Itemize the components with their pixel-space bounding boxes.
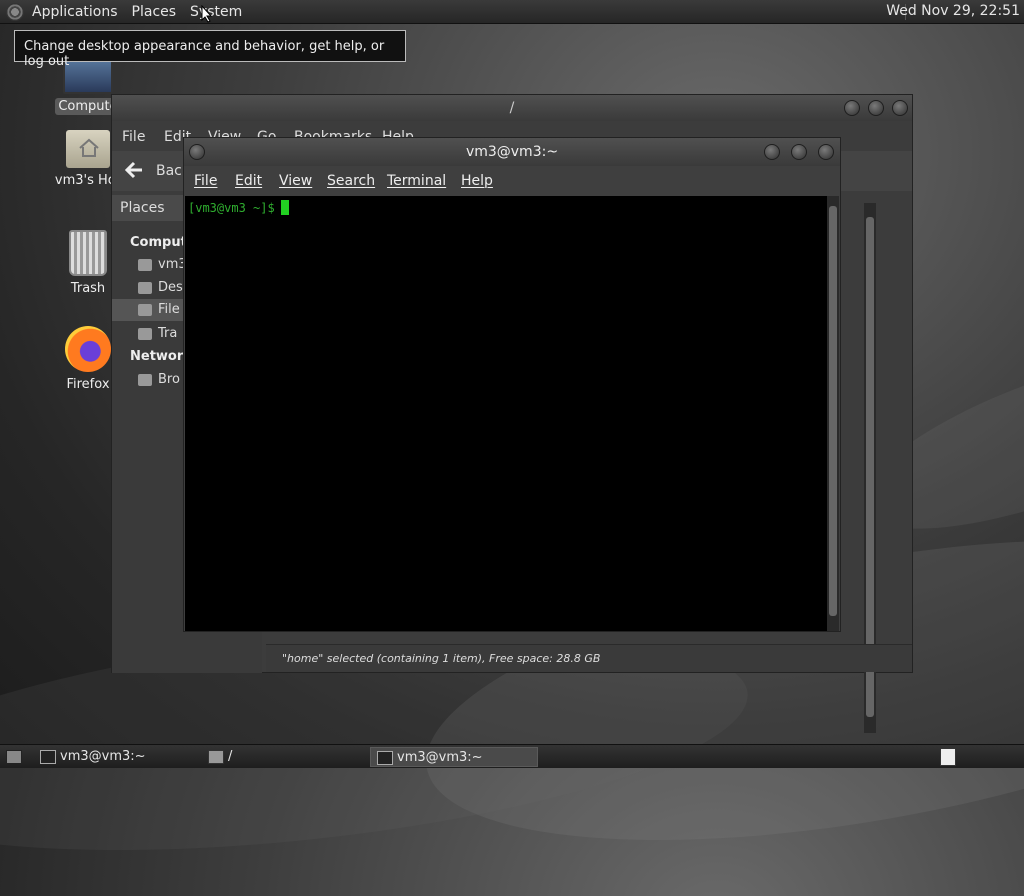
menu-view[interactable]: View: [279, 173, 312, 189]
sidebar-item-label: File: [158, 302, 180, 317]
home-folder-icon: [66, 130, 110, 168]
minimize-button[interactable]: [844, 100, 860, 116]
menu-file[interactable]: File: [194, 173, 217, 189]
file-manager-titlebar[interactable]: /: [112, 95, 912, 121]
text-cursor: [280, 200, 289, 215]
mate-logo-icon[interactable]: [6, 2, 24, 21]
menu-search[interactable]: Search: [327, 173, 375, 189]
terminal-output[interactable]: [vm3@vm3 ~]$: [185, 196, 827, 631]
desktop-icon-label: Firefox: [66, 377, 110, 392]
maximize-button[interactable]: [791, 144, 807, 160]
minimize-button[interactable]: [764, 144, 780, 160]
menu-terminal[interactable]: Terminal: [387, 173, 446, 189]
firefox-icon: [65, 326, 111, 372]
sidebar-item-desktop[interactable]: Des: [138, 280, 183, 295]
terminal-menubar: File Edit View Search Terminal Help: [184, 166, 840, 196]
sidebar-item-label: Des: [158, 280, 183, 295]
close-button[interactable]: [892, 100, 908, 116]
trash-icon: [138, 327, 152, 340]
menu-file[interactable]: File: [122, 129, 145, 145]
terminal-window[interactable]: vm3@vm3:~ File Edit View Search Terminal…: [183, 137, 841, 632]
taskbar-item-terminal[interactable]: vm3@vm3:~: [34, 747, 194, 767]
maximize-button[interactable]: [868, 100, 884, 116]
menu-edit[interactable]: Edit: [235, 173, 262, 189]
trash-icon: [69, 230, 107, 276]
scrollbar-thumb[interactable]: [829, 206, 837, 616]
terminal-titlebar[interactable]: vm3@vm3:~: [184, 138, 840, 166]
taskbar-item-file-manager[interactable]: /: [202, 747, 362, 767]
terminal-icon: [40, 750, 56, 764]
terminal-scrollbar[interactable]: [827, 196, 839, 631]
terminal-icon: [377, 751, 393, 765]
menu-help[interactable]: Help: [461, 173, 493, 189]
sidebar-item-label: Bro: [158, 372, 180, 387]
back-arrow-icon[interactable]: [124, 161, 144, 179]
show-desktop-icon[interactable]: [6, 750, 22, 764]
sidebar-item-label: Tra: [158, 326, 178, 341]
system-menu-tooltip: Change desktop appearance and behavior, …: [14, 30, 406, 69]
top-panel: Applications Places System Wed Nov 29, 2…: [0, 0, 1024, 24]
scrollbar-thumb[interactable]: [866, 217, 874, 717]
terminal-left-button[interactable]: [189, 144, 205, 160]
window-title: /: [509, 100, 515, 116]
sidebar-item-home[interactable]: vm3: [138, 257, 187, 272]
places-menu[interactable]: Places: [132, 4, 177, 20]
desktop-icon-label: Trash: [70, 281, 106, 296]
clock[interactable]: Wed Nov 29, 22:51: [886, 3, 1020, 19]
taskbar-item-label: /: [228, 749, 233, 764]
folder-icon: [208, 750, 224, 764]
desktop-icon: [138, 281, 152, 294]
shell-prompt: [vm3@vm3 ~]$: [188, 200, 289, 215]
mouse-pointer-icon: [201, 5, 213, 23]
taskbar-item-label: vm3@vm3:~: [60, 749, 146, 764]
workspace-switcher-icon[interactable]: [940, 748, 956, 766]
file-manager-statusbar: "home" selected (containing 1 item), Fre…: [266, 644, 912, 672]
applications-menu[interactable]: Applications: [32, 4, 118, 20]
taskbar-item-label: vm3@vm3:~: [397, 750, 483, 765]
window-title: vm3@vm3:~: [465, 144, 559, 160]
close-button[interactable]: [818, 144, 834, 160]
home-icon: [138, 258, 152, 271]
taskbar-item-terminal-active[interactable]: vm3@vm3:~: [370, 747, 538, 767]
filesystem-icon: [138, 303, 152, 316]
sidebar-item-browse-network[interactable]: Bro: [138, 372, 180, 387]
system-menu[interactable]: System: [190, 4, 242, 20]
bottom-panel: vm3@vm3:~ / vm3@vm3:~: [0, 744, 1024, 768]
network-icon: [138, 373, 152, 386]
sidebar-item-trash[interactable]: Tra: [138, 326, 177, 341]
prompt-text: [vm3@vm3 ~]$: [188, 201, 275, 215]
